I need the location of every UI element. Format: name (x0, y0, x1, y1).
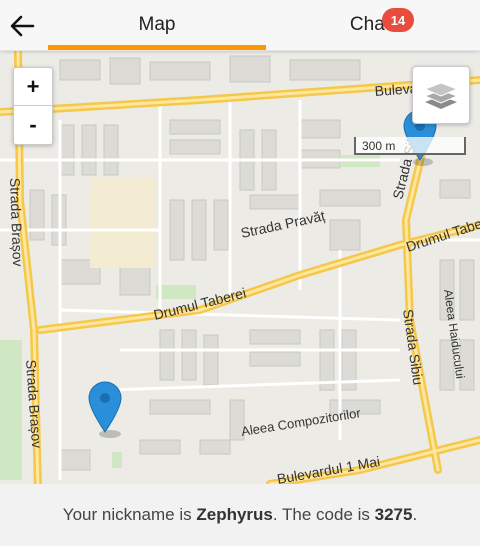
footer-info: Your nickname is Zephyrus. The code is 3… (0, 484, 480, 546)
footer-middle: . The code is (272, 505, 375, 524)
nickname: Zephyrus (196, 505, 273, 524)
tab-chat[interactable]: Chat 14 (300, 0, 440, 50)
map-view[interactable]: Bulevardul Strada Brașov Strada Brașov S… (0, 50, 480, 484)
arrow-left-icon[interactable] (8, 12, 36, 40)
street-label: Aleea Compozitorilor (240, 405, 362, 439)
street-label: Strada Sibiu (400, 308, 426, 386)
street-label: Strada Pravăț (239, 207, 326, 240)
zoom-out-button[interactable]: - (14, 106, 52, 144)
sand-area (90, 178, 156, 268)
street-label: Drumul Tabe (404, 215, 480, 255)
code: 3275 (374, 505, 413, 524)
map-canvas[interactable]: Bulevardul Strada Brașov Strada Brașov S… (0, 50, 480, 484)
street-label: Bulevardul 1 Mai (276, 453, 381, 484)
top-bar: Map Chat 14 (0, 0, 480, 51)
scale-bar: 300 m (354, 137, 466, 155)
unread-badge: 14 (382, 8, 414, 32)
tab-map[interactable]: Map (48, 0, 266, 50)
layers-button[interactable] (412, 66, 470, 124)
street-label: Strada Brașov (23, 359, 45, 449)
zoom-in-button[interactable]: + (14, 68, 52, 106)
tab-map-label: Map (138, 14, 176, 35)
zoom-control: + - (13, 67, 53, 145)
street-label: Strada Brașov (7, 178, 26, 267)
footer-suffix: . (412, 505, 418, 524)
footer-prefix: Your nickname is (62, 505, 197, 524)
layers-icon (423, 82, 459, 109)
map-marker-icon[interactable] (88, 381, 122, 438)
active-tab-indicator (48, 45, 266, 50)
